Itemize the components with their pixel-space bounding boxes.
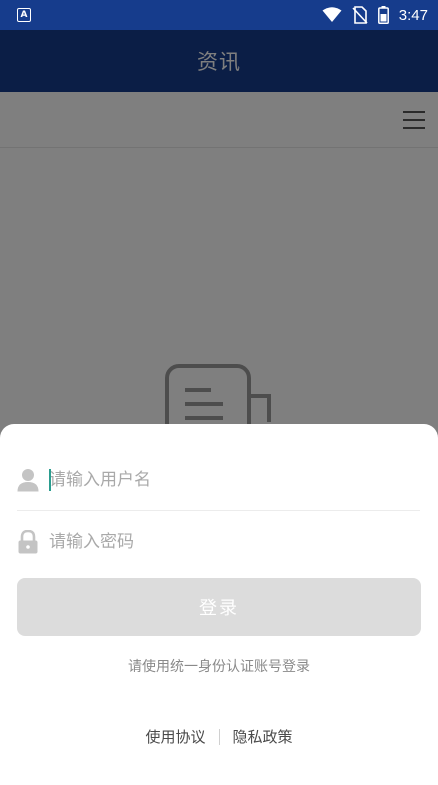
legal-links: 使用协议 隐私政策 bbox=[0, 726, 438, 747]
status-icons: 3:47 bbox=[322, 5, 428, 25]
text-cursor bbox=[49, 469, 51, 491]
password-field bbox=[17, 511, 420, 573]
notification-app-icon: A bbox=[17, 8, 31, 22]
login-button[interactable]: 登录 bbox=[17, 578, 421, 636]
login-sheet: 登录 请使用统一身份认证账号登录 使用协议 隐私政策 bbox=[0, 424, 438, 785]
privacy-policy-link[interactable]: 隐私政策 bbox=[233, 726, 293, 747]
login-hint: 请使用统一身份认证账号登录 bbox=[128, 659, 310, 675]
lock-icon bbox=[18, 530, 38, 554]
app-indicator-label: A bbox=[20, 9, 28, 20]
status-bar: A 3:47 bbox=[0, 0, 438, 30]
user-icon bbox=[17, 469, 39, 492]
username-input[interactable] bbox=[49, 470, 399, 490]
battery-icon bbox=[377, 6, 389, 24]
status-time: 3:47 bbox=[398, 6, 428, 24]
link-separator bbox=[218, 728, 220, 745]
no-sim-icon bbox=[352, 6, 368, 24]
terms-link[interactable]: 使用协议 bbox=[145, 726, 205, 747]
password-input[interactable] bbox=[49, 532, 399, 552]
username-field bbox=[17, 449, 420, 511]
wifi-icon bbox=[322, 7, 342, 22]
